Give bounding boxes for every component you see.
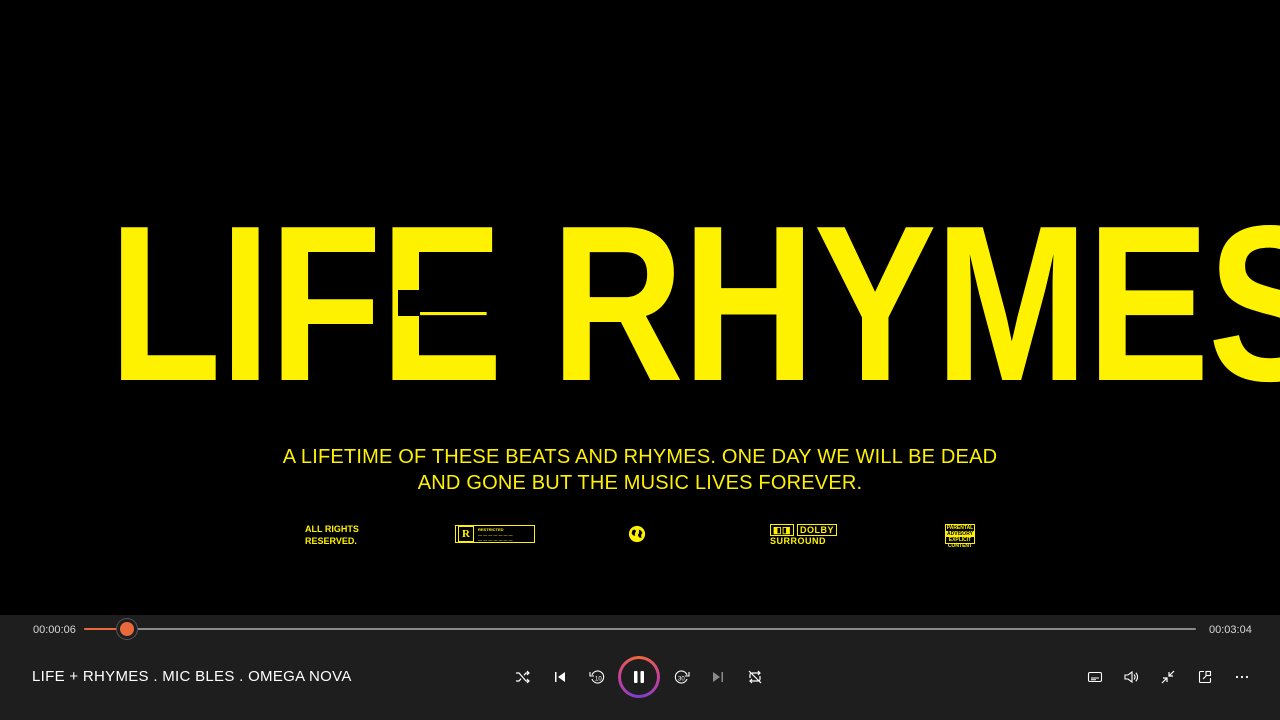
dolby-badge: ◧◨ DOLBY SURROUND bbox=[770, 524, 838, 546]
time-elapsed: 00:00:06 bbox=[33, 624, 76, 636]
collapse-icon bbox=[1161, 670, 1175, 684]
next-icon bbox=[713, 672, 723, 682]
player-controls-bar: 00:00:06 00:03:04 LIFE + RHYMES . MIC BL… bbox=[0, 615, 1280, 720]
shuffle-icon bbox=[516, 670, 530, 684]
rating-text: RESTRICTED — — — — — — — — — — — — — — bbox=[478, 526, 513, 542]
rating-r-icon: R bbox=[458, 526, 474, 542]
globe-icon bbox=[628, 525, 646, 543]
volume-button[interactable] bbox=[1119, 665, 1143, 689]
subtitle-line-2: AND GONE BUT THE MUSIC LIVES FOREVER. bbox=[417, 472, 863, 494]
more-icon bbox=[1235, 675, 1249, 679]
title-cutout bbox=[398, 290, 420, 316]
pause-button[interactable] bbox=[618, 656, 660, 698]
rights-badge: ALL RIGHTS RESERVED. bbox=[305, 523, 359, 547]
dolby-sub-label: SURROUND bbox=[770, 536, 827, 546]
rights-line-2: RESERVED. bbox=[305, 536, 357, 546]
skip-forward-button[interactable]: 30 bbox=[670, 665, 694, 689]
exit-fullscreen-button[interactable] bbox=[1156, 665, 1180, 689]
now-playing-title: LIFE + RHYMES . MIC BLES . OMEGA NOVA bbox=[32, 668, 352, 685]
video-subtitle: A LIFETIME OF THESE BEATS AND RHYMES. ON… bbox=[0, 444, 1280, 496]
dolby-dd-icon: ◧◨ bbox=[770, 524, 795, 536]
repeat-icon bbox=[748, 670, 762, 684]
parental-advisory-badge: PARENTAL ADVISORY EXPLICIT CONTENT bbox=[945, 524, 975, 549]
rights-line-1: ALL RIGHTS bbox=[305, 524, 359, 534]
next-button[interactable] bbox=[706, 665, 730, 689]
skip-forward-30-icon: 30 bbox=[674, 670, 690, 684]
restricted-rating-badge: R RESTRICTED — — — — — — — — — — — — — — bbox=[455, 525, 535, 543]
captions-button[interactable] bbox=[1083, 665, 1107, 689]
seek-thumb[interactable] bbox=[120, 622, 135, 636]
time-total: 00:03:04 bbox=[1209, 624, 1252, 636]
video-title-text: LIFE RHYMES bbox=[108, 180, 1280, 428]
skip-back-button[interactable]: 10 bbox=[585, 665, 609, 689]
previous-icon bbox=[555, 672, 565, 682]
skip-back-10-icon: 10 bbox=[589, 670, 605, 684]
pause-icon bbox=[634, 671, 644, 683]
video-area[interactable]: LIFE RHYMES A LIFETIME OF THESE BEATS AN… bbox=[0, 0, 1280, 615]
previous-button[interactable] bbox=[548, 665, 572, 689]
more-options-button[interactable] bbox=[1230, 665, 1254, 689]
svg-text:30: 30 bbox=[678, 677, 685, 683]
seek-bar[interactable] bbox=[84, 622, 1196, 636]
title-cutout bbox=[420, 272, 550, 312]
repeat-button[interactable] bbox=[743, 665, 767, 689]
mini-player-icon bbox=[1198, 670, 1212, 684]
mini-player-button[interactable] bbox=[1193, 665, 1217, 689]
volume-icon bbox=[1124, 670, 1138, 684]
svg-text:10: 10 bbox=[595, 677, 602, 683]
advisory-bottom: EXPLICIT CONTENT bbox=[947, 537, 973, 549]
captions-icon bbox=[1087, 671, 1103, 683]
dolby-label: DOLBY bbox=[797, 524, 838, 536]
shuffle-button[interactable] bbox=[511, 665, 535, 689]
subtitle-line-1: A LIFETIME OF THESE BEATS AND RHYMES. ON… bbox=[282, 446, 998, 468]
